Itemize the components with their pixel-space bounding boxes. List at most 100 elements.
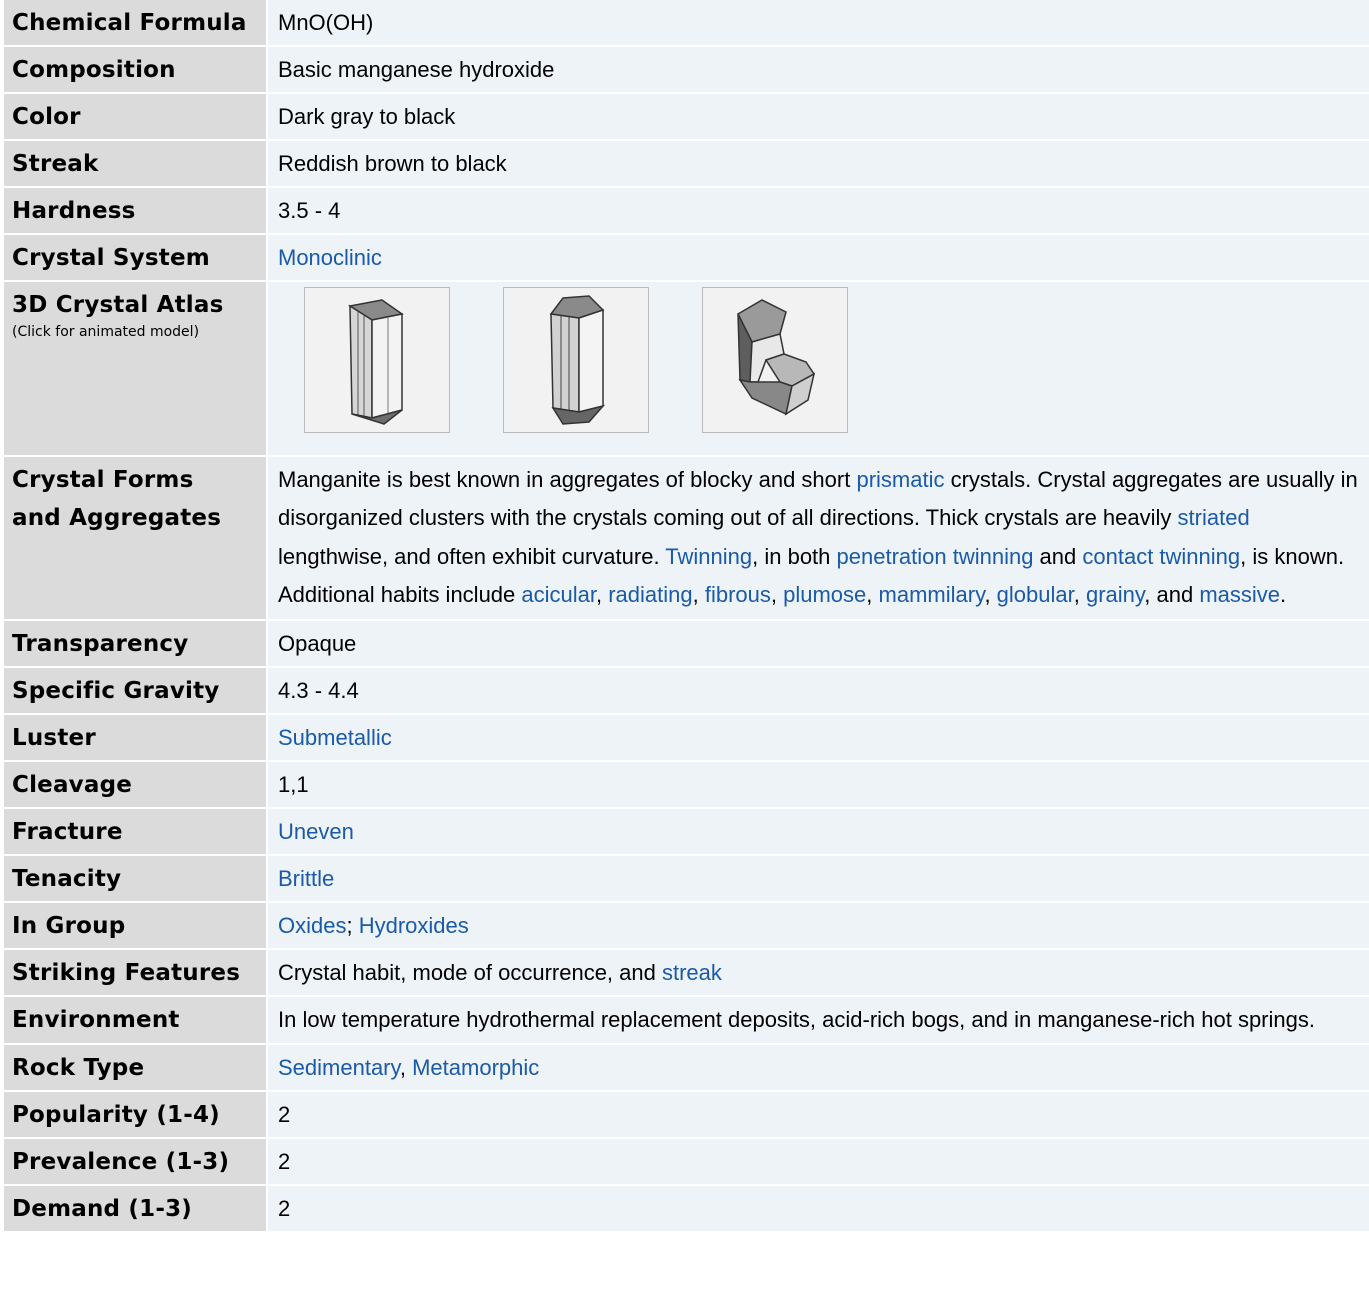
label-crystal-forms-line1: Crystal Forms: [12, 467, 194, 493]
link-submetallic[interactable]: Submetallic: [278, 725, 392, 750]
label-striking-features: Striking Features: [4, 949, 266, 995]
value-chemical-formula: MnO(OH): [268, 0, 1369, 45]
row-fracture: Fracture Uneven: [4, 808, 1369, 856]
link-grainy[interactable]: grainy: [1086, 582, 1144, 607]
row-color: Color Dark gray to black: [4, 94, 1369, 141]
row-hardness: Hardness 3.5 - 4: [4, 188, 1369, 235]
value-luster: Submetallic: [268, 714, 1369, 760]
forms-text-12: ,: [1073, 582, 1086, 608]
link-mammilary[interactable]: mammilary: [879, 582, 985, 607]
value-transparency: Opaque: [268, 620, 1369, 666]
link-penetration-twinning[interactable]: penetration twinning: [837, 544, 1034, 569]
link-sedimentary[interactable]: Sedimentary: [278, 1055, 400, 1080]
link-brittle[interactable]: Brittle: [278, 866, 334, 891]
label-tenacity: Tenacity: [4, 855, 266, 901]
link-monoclinic[interactable]: Monoclinic: [278, 245, 382, 270]
label-luster: Luster: [4, 714, 266, 760]
value-specific-gravity: 4.3 - 4.4: [268, 667, 1369, 713]
value-rock-type: Sedimentary, Metamorphic: [268, 1045, 1369, 1091]
row-crystal-forms: Crystal Forms and Aggregates Manganite i…: [4, 457, 1369, 621]
link-twinning[interactable]: Twinning: [665, 544, 752, 569]
value-in-group: Oxides; Hydroxides: [268, 902, 1369, 948]
row-streak: Streak Reddish brown to black: [4, 141, 1369, 188]
label-popularity: Popularity (1-4): [4, 1092, 266, 1138]
forms-text-14: .: [1280, 582, 1287, 608]
label-3d-crystal-atlas: 3D Crystal Atlas (Click for animated mod…: [4, 282, 266, 455]
forms-text-11: ,: [984, 582, 997, 608]
mineral-properties-table: Chemical Formula MnO(OH) Composition Bas…: [4, 0, 1369, 1234]
row-demand: Demand (1-3) 2: [4, 1186, 1369, 1234]
row-specific-gravity: Specific Gravity 4.3 - 4.4: [4, 667, 1369, 715]
atlas-note: (Click for animated model): [12, 324, 200, 340]
link-metamorphic[interactable]: Metamorphic: [412, 1055, 539, 1080]
label-crystal-forms-line2: and Aggregates: [12, 505, 222, 531]
label-crystal-system: Crystal System: [4, 235, 266, 280]
link-streak[interactable]: streak: [662, 960, 722, 985]
label-transparency: Transparency: [4, 620, 266, 666]
forms-text-3: lengthwise, and often exhibit curvature.: [278, 543, 666, 569]
label-rock-type: Rock Type: [4, 1045, 266, 1091]
link-plumose[interactable]: plumose: [783, 582, 866, 607]
forms-text-13: , and: [1144, 582, 1200, 608]
row-tenacity: Tenacity Brittle: [4, 855, 1369, 903]
label-crystal-forms: Crystal Forms and Aggregates: [4, 457, 266, 619]
atlas-models: [268, 282, 1369, 455]
crystal-model-2-thumbnail[interactable]: [503, 287, 649, 433]
value-environment: In low temperature hydrothermal replacem…: [268, 996, 1369, 1044]
label-fracture: Fracture: [4, 808, 266, 854]
value-fracture: Uneven: [268, 808, 1369, 854]
forms-text-8: ,: [692, 582, 705, 608]
value-prevalence: 2: [268, 1139, 1369, 1185]
label-color: Color: [4, 94, 266, 139]
value-composition: Basic manganese hydroxide: [268, 47, 1369, 92]
link-oxides[interactable]: Oxides: [278, 913, 346, 938]
row-striking-features: Striking Features Crystal habit, mode of…: [4, 949, 1369, 997]
label-cleavage: Cleavage: [4, 761, 266, 807]
row-popularity: Popularity (1-4) 2: [4, 1092, 1369, 1140]
label-specific-gravity: Specific Gravity: [4, 667, 266, 713]
row-prevalence: Prevalence (1-3) 2: [4, 1139, 1369, 1187]
value-crystal-forms: Manganite is best known in aggregates of…: [268, 457, 1369, 619]
forms-text-5: and: [1033, 543, 1083, 569]
link-contact-twinning[interactable]: contact twinning: [1082, 544, 1240, 569]
link-radiating[interactable]: radiating: [608, 582, 692, 607]
link-massive[interactable]: massive: [1199, 582, 1280, 607]
link-uneven[interactable]: Uneven: [278, 819, 354, 844]
link-globular[interactable]: globular: [997, 582, 1074, 607]
link-fibrous[interactable]: fibrous: [705, 582, 771, 607]
label-chemical-formula: Chemical Formula: [4, 0, 266, 45]
group-separator: ;: [346, 912, 359, 938]
row-in-group: In Group Oxides; Hydroxides: [4, 902, 1369, 950]
link-striated[interactable]: striated: [1178, 505, 1250, 530]
link-hydroxides[interactable]: Hydroxides: [359, 913, 469, 938]
label-streak: Streak: [4, 141, 266, 186]
value-popularity: 2: [268, 1092, 1369, 1138]
crystal-model-3-thumbnail[interactable]: [702, 287, 848, 433]
forms-text-10: ,: [866, 582, 879, 608]
twinned-crystal-icon: [737, 299, 816, 416]
label-prevalence: Prevalence (1-3): [4, 1139, 266, 1185]
label-environment: Environment: [4, 996, 266, 1044]
link-acicular[interactable]: acicular: [521, 582, 596, 607]
terminated-prism-crystal-icon: [549, 295, 606, 425]
value-striking-features: Crystal habit, mode of occurrence, and s…: [268, 949, 1369, 995]
value-hardness: 3.5 - 4: [268, 188, 1369, 233]
row-luster: Luster Submetallic: [4, 714, 1369, 762]
value-crystal-system: Monoclinic: [268, 235, 1369, 280]
row-crystal-system: Crystal System Monoclinic: [4, 235, 1369, 282]
rock-separator: ,: [399, 1055, 413, 1081]
row-chemical-formula: Chemical Formula MnO(OH): [4, 0, 1369, 47]
link-prismatic[interactable]: prismatic: [856, 467, 944, 492]
label-demand: Demand (1-3): [4, 1186, 266, 1232]
prismatic-crystal-icon: [347, 299, 404, 425]
label-in-group: In Group: [4, 902, 266, 948]
row-environment: Environment In low temperature hydrother…: [4, 996, 1369, 1046]
crystal-model-1-thumbnail[interactable]: [304, 287, 450, 433]
value-tenacity: Brittle: [268, 855, 1369, 901]
value-demand: 2: [268, 1186, 1369, 1232]
value-cleavage: 1,1: [268, 761, 1369, 807]
striking-text: Crystal habit, mode of occurrence, and: [278, 959, 662, 985]
forms-text-7: ,: [595, 582, 609, 608]
value-streak: Reddish brown to black: [268, 141, 1369, 186]
row-transparency: Transparency Opaque: [4, 620, 1369, 668]
